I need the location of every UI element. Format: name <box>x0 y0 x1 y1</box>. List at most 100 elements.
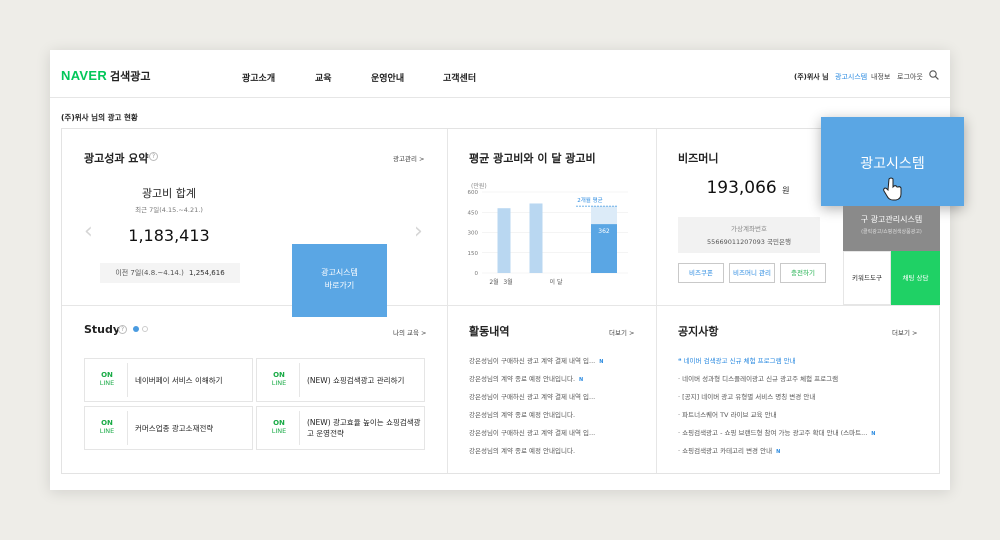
line-text: LINE <box>271 379 287 387</box>
card-divider <box>127 411 128 445</box>
study-card-title: (NEW) 광고효율 높이는 쇼핑검색광고 운영전략 <box>307 418 421 438</box>
notice-more-link[interactable]: 더보기 > <box>892 327 917 337</box>
x-tick-label: 이 달 <box>550 278 563 286</box>
study-help-icon[interactable]: ? <box>118 325 127 334</box>
divider <box>447 129 448 473</box>
new-badge: N <box>776 449 781 455</box>
old-ad-system-button[interactable]: 구 광고관리시스템 (클릭광고/쇼핑검색상품광고) <box>843 206 940 251</box>
shortcut-line1: 광고시스템 <box>321 268 358 277</box>
user-name: (주)위사 님 <box>794 73 829 81</box>
help-icon[interactable]: ? <box>149 152 158 161</box>
nav-operation[interactable]: 운영안내 <box>371 71 404 84</box>
prev-period-row: 이전 7일(4.8.~4.14.) 1,254,616 <box>100 263 240 283</box>
cost-total: 1,183,413 <box>128 226 210 245</box>
divider <box>62 305 939 306</box>
activity-item[interactable]: 강은성님이 구매하신 광고 계약 결제 내역 입... <box>469 427 595 437</box>
notice-highlight[interactable]: ❝ 네이버 검색광고 신규 체험 프로그램 안내 <box>678 355 796 365</box>
card-divider <box>299 363 300 397</box>
online-text: ON <box>101 419 113 427</box>
ad-system-popover-button[interactable]: 광고시스템 <box>821 117 964 206</box>
study-card-title: (NEW) 쇼핑검색광고 관리하기 <box>307 375 405 385</box>
x-tick-label: 3월 <box>503 278 512 286</box>
popover-ad-system-label: 광고시스템 <box>860 156 925 172</box>
prev-arrow-icon[interactable]: ‹ <box>84 221 93 243</box>
carousel-dot[interactable] <box>142 326 148 332</box>
study-card[interactable]: ON LINE (NEW) 광고효율 높이는 쇼핑검색광고 운영전략 <box>256 406 425 450</box>
bizmoney-amount-row: 193,066 원 <box>678 178 818 198</box>
notice-highlight-text: 네이버 검색광고 신규 체험 프로그램 안내 <box>683 357 796 365</box>
carousel-dot-active[interactable] <box>133 326 139 332</box>
account-number: 55669011207093 국민은행 <box>707 238 791 246</box>
old-system-label: 구 광고관리시스템 <box>860 215 923 224</box>
keyword-tool-button[interactable]: 키워드도구 <box>843 251 891 305</box>
notice-text: 쇼핑검색광고 - 쇼핑 브랜드형 참여 가능 광고주 확대 안내 (스마트... <box>682 429 868 437</box>
bizcoupon-button[interactable]: 비즈쿠폰 <box>678 263 724 283</box>
activity-item[interactable]: 강은성님의 계약 종료 예정 안내입니다. <box>469 445 575 455</box>
notice-text: 쇼핑검색광고 카테고리 변경 안내 <box>682 447 773 455</box>
activity-item[interactable]: 강은성님이 구매하신 광고 계약 결제 내역 입... N <box>469 355 603 365</box>
bizmoney-manage-button[interactable]: 비즈머니 관리 <box>729 263 775 283</box>
activity-item[interactable]: 강은성님이 구매하신 광고 계약 결제 내역 입... <box>469 391 595 401</box>
notice-item[interactable]: · 쇼핑검색광고 카테고리 변경 안내 N <box>678 445 780 455</box>
notice-item[interactable]: · 네이버 성과형 디스플레이광고 신규 광고주 체험 프로그램 <box>678 373 838 383</box>
notice-text: 파트너스퀘어 TV 라이브 교육 안내 <box>682 411 777 419</box>
divider <box>656 129 657 473</box>
notice-title: 공지사항 <box>678 325 719 338</box>
study-title: Study <box>84 323 121 336</box>
activity-text: 강은성님의 계약 종료 예정 안내입니다. <box>469 375 576 383</box>
next-arrow-icon[interactable]: › <box>414 221 423 243</box>
activity-text: 강은성님이 구매하신 광고 계약 결제 내역 입... <box>469 357 596 365</box>
bar-past <box>497 208 511 273</box>
notice-item[interactable]: · [공지] 네이버 광고 유형별 서비스 명칭 변경 안내 <box>678 391 815 401</box>
new-badge: N <box>599 359 604 365</box>
y-tick-label: 150 <box>468 251 479 257</box>
online-text: ON <box>273 371 285 379</box>
line-text: LINE <box>99 379 115 387</box>
notice-text: [공지] 네이버 광고 유형별 서비스 명칭 변경 안내 <box>682 393 816 401</box>
chat-consult-button[interactable]: 채팅 상담 <box>891 251 940 305</box>
new-badge: N <box>871 431 876 437</box>
prev-period-total: 1,254,616 <box>189 269 225 277</box>
activity-item[interactable]: 강은성님의 계약 종료 예정 안내입니다. N <box>469 373 583 383</box>
account-box: 가상계좌번호 55669011207093 국민은행 <box>678 217 820 253</box>
nav-ad-intro[interactable]: 광고소개 <box>242 71 275 84</box>
cost-label: 광고비 합계 <box>141 187 197 200</box>
nav-customer-center[interactable]: 고객센터 <box>443 71 476 84</box>
notice-item[interactable]: · 파트너스퀘어 TV 라이브 교육 안내 <box>678 409 777 419</box>
y-tick-label: 0 <box>475 271 479 277</box>
card-divider <box>127 363 128 397</box>
bar-value-label: 362 <box>598 228 610 235</box>
logo[interactable]: NAVER 검색광고 <box>61 68 151 84</box>
nav-education[interactable]: 교육 <box>315 71 332 84</box>
study-card[interactable]: ON LINE 네이버페이 서비스 이해하기 <box>84 358 253 402</box>
activity-item[interactable]: 강은성님의 계약 종료 예정 안내입니다. <box>469 409 575 419</box>
bar-past <box>529 203 543 273</box>
bizmoney-unit: 원 <box>782 186 790 195</box>
hand-cursor-icon <box>883 177 902 201</box>
ad-system-link[interactable]: 광고시스템 <box>835 72 867 82</box>
cost-period: 최근 7일(4.15.~4.21.) <box>135 206 203 214</box>
account-label: 가상계좌번호 <box>731 225 767 233</box>
my-education-link[interactable]: 나의 교육 > <box>393 327 427 337</box>
logout-link[interactable]: 로그아웃 <box>897 72 923 82</box>
charge-button[interactable]: 충전하기 <box>780 263 826 283</box>
old-system-sub: (클릭광고/쇼핑검색상품광고) <box>861 229 922 235</box>
study-card[interactable]: ON LINE (NEW) 쇼핑검색광고 관리하기 <box>256 358 425 402</box>
card-divider <box>299 411 300 445</box>
my-info-link[interactable]: 내정보 <box>871 72 890 82</box>
ad-manage-link[interactable]: 광고관리 > <box>393 153 424 163</box>
avg-cost-chart: 600 450 300 150 0 362 2개월 평균 2월 3월 이 달 <box>468 190 628 286</box>
activity-more-link[interactable]: 더보기 > <box>609 327 634 337</box>
search-icon[interactable] <box>929 70 939 80</box>
study-card[interactable]: ON LINE 커머스업종 광고소재전략 <box>84 406 253 450</box>
study-card-title: 네이버페이 서비스 이해하기 <box>135 375 223 385</box>
online-badge: ON LINE <box>93 407 121 449</box>
online-text: ON <box>101 371 113 379</box>
line-text: LINE <box>271 427 287 435</box>
bizmoney-title: 비즈머니 <box>678 152 719 165</box>
service-name: 검색광고 <box>110 70 151 83</box>
page-caption: (주)위사 님의 광고 현황 <box>61 113 138 122</box>
online-badge: ON LINE <box>265 359 293 401</box>
ad-system-shortcut-button[interactable]: 광고시스템 바로가기 <box>292 244 387 317</box>
notice-item[interactable]: · 쇼핑검색광고 - 쇼핑 브랜드형 참여 가능 광고주 확대 안내 (스마트.… <box>678 427 875 437</box>
